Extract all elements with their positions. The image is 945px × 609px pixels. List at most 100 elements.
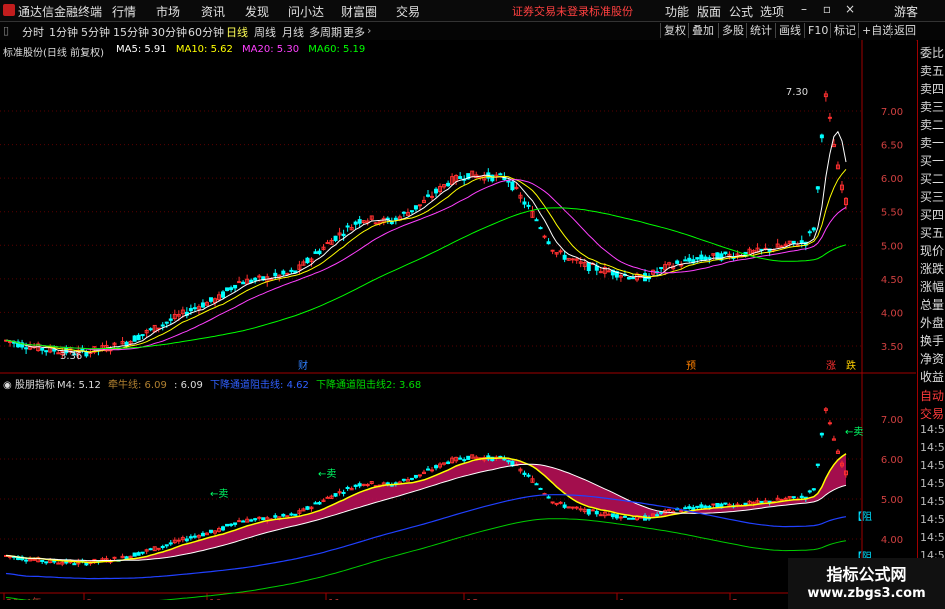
sub-candle-body: [723, 502, 728, 505]
period-tab-weekly[interactable]: 周线: [254, 24, 276, 40]
period-tab-monthly[interactable]: 月线: [282, 24, 304, 40]
watermark-url: www.zbgs3.com: [807, 586, 926, 601]
candle-body: [550, 249, 555, 252]
candle-body: [799, 240, 804, 244]
candle-body: [413, 205, 418, 210]
chart-area[interactable]: 7.00 6.50 6.00 5.50 5.00 4.50 4.00 3.50 7.00 6.00…: [0, 40, 916, 600]
ma20-label: MA20: 5.30: [242, 44, 300, 55]
sidebar-label-5: 卖一: [920, 136, 945, 150]
circle-icon[interactable]: ◉: [3, 380, 12, 391]
sidebar-label-6: 买一: [920, 154, 945, 168]
price-axis-label: 4.00: [881, 308, 903, 319]
period-tab-daily[interactable]: 日线: [226, 24, 248, 40]
sub-candle-body: [221, 526, 226, 531]
candle-body: [699, 254, 704, 260]
sidebar-bottom-7: 14:56: [920, 513, 945, 526]
chevron-right-icon[interactable]: ›: [367, 24, 371, 37]
period-tab-more[interactable]: 更多: [343, 24, 365, 40]
candle-body: [200, 302, 205, 308]
candle-body: [333, 235, 338, 241]
menu-item-trade[interactable]: 交易: [396, 3, 420, 20]
sub-candle-body: [200, 532, 205, 537]
watermark-title: 指标公式网: [826, 565, 907, 584]
sidebar-label-17: 净资: [920, 352, 945, 366]
menu-item-news[interactable]: 资讯: [201, 3, 225, 20]
period-tab-5min[interactable]: 5分钟: [81, 24, 110, 40]
period-tab-30min[interactable]: 30分钟: [151, 24, 187, 40]
menu-item-ask[interactable]: 问小达: [288, 3, 324, 20]
candle-body: [446, 182, 451, 187]
sub-candle-body: [594, 510, 599, 515]
candle-body: [703, 256, 708, 261]
app-logo-icon: [3, 4, 15, 16]
low-price-label: 3.36: [60, 351, 82, 362]
candle-body: [373, 222, 378, 225]
restore-icon[interactable]: ▫: [820, 2, 834, 16]
main-chart-title: 标准股份(日线 前复权): [3, 48, 104, 59]
candle-body: [827, 116, 832, 119]
sub-candle-body: [430, 469, 435, 472]
candle-body: [570, 258, 575, 261]
menu-item-wealth[interactable]: 财富圈: [341, 3, 377, 20]
tool-back[interactable]: 返回: [890, 23, 919, 38]
tool-adjust[interactable]: 复权: [660, 23, 689, 38]
menu-item-function[interactable]: 功能: [665, 3, 689, 20]
close-icon[interactable]: ×: [843, 2, 857, 16]
tool-mark[interactable]: 标记: [830, 23, 859, 38]
candle-body: [538, 227, 543, 230]
resistance-label: 【阻: [852, 511, 872, 523]
menu-item-options[interactable]: 选项: [760, 3, 784, 20]
candle-body: [136, 334, 141, 341]
sub-candle-body: [679, 510, 684, 513]
sidebar-label-4: 卖二: [920, 118, 945, 132]
sub-candle-body: [156, 547, 161, 550]
kline-chart[interactable]: 7.00 6.50 6.00 5.50 5.00 4.50 4.00 3.50 7.00 6.00…: [0, 40, 916, 600]
tool-multi-stock[interactable]: 多股: [718, 23, 747, 38]
sub-candle-body: [426, 468, 430, 471]
candle-body: [695, 257, 700, 260]
sub-candle-body: [233, 522, 238, 525]
period-tab-multi[interactable]: 多周期: [309, 24, 342, 40]
sub-candle-body: [188, 536, 193, 539]
date-label: 10: [209, 598, 222, 600]
menu-item-discover[interactable]: 发现: [245, 3, 269, 20]
candle-body: [253, 277, 258, 281]
sidebar-bottom-8: 14:56: [920, 531, 945, 544]
sidebar-label-11: 现价: [920, 244, 945, 258]
period-tab-1min[interactable]: 1分钟: [49, 24, 78, 40]
minimize-icon[interactable]: –: [797, 2, 811, 16]
candle-body: [317, 250, 322, 255]
period-tab-intraday[interactable]: 分时: [22, 24, 44, 40]
period-tab-15min[interactable]: 15分钟: [113, 24, 149, 40]
menu-item-formula[interactable]: 公式: [729, 3, 753, 20]
tool-draw[interactable]: 画线: [775, 23, 804, 38]
sidebar-label-15: 外盘: [920, 316, 945, 330]
menu-item-quotes[interactable]: 行情: [112, 3, 136, 20]
candle-body: [606, 270, 611, 273]
sub-candle-body: [711, 503, 716, 506]
sub-candle-body: [763, 500, 768, 503]
stock-link[interactable]: 标准股份: [589, 3, 633, 19]
sub-candle-body: [353, 484, 358, 487]
candle-body: [257, 275, 262, 278]
login-warning[interactable]: 证券交易未登录: [512, 3, 589, 19]
candle-body: [630, 277, 635, 280]
candle-body: [168, 318, 173, 321]
sub-candle-body: [534, 483, 539, 486]
guest-label[interactable]: 游客: [894, 3, 918, 20]
menu-toggle-icon[interactable]: ▯: [3, 24, 9, 37]
sub-candle-body: [225, 523, 230, 527]
candle-body: [526, 204, 531, 207]
tool-f10[interactable]: F10: [804, 23, 831, 38]
channel-line-label: 下降通道阻击线: 4.62: [210, 380, 309, 391]
channel-line2-label: 下降通道阻击线2: 3.68: [316, 380, 422, 391]
period-tab-60min[interactable]: 60分钟: [188, 24, 224, 40]
menu-item-layout[interactable]: 版面: [697, 3, 721, 20]
menu-item-market[interactable]: 市场: [156, 3, 180, 20]
candle-body: [409, 210, 414, 213]
tool-overlay[interactable]: 叠加: [688, 23, 717, 38]
sub-candle-body: [72, 563, 77, 566]
sub-candle-body: [184, 538, 189, 542]
tool-stats[interactable]: 统计: [746, 23, 775, 38]
indicator-labels: M4: 5.12 牵牛线: 6.09 : 6.09 下降通道阻击线: 4.62 …: [57, 376, 425, 391]
